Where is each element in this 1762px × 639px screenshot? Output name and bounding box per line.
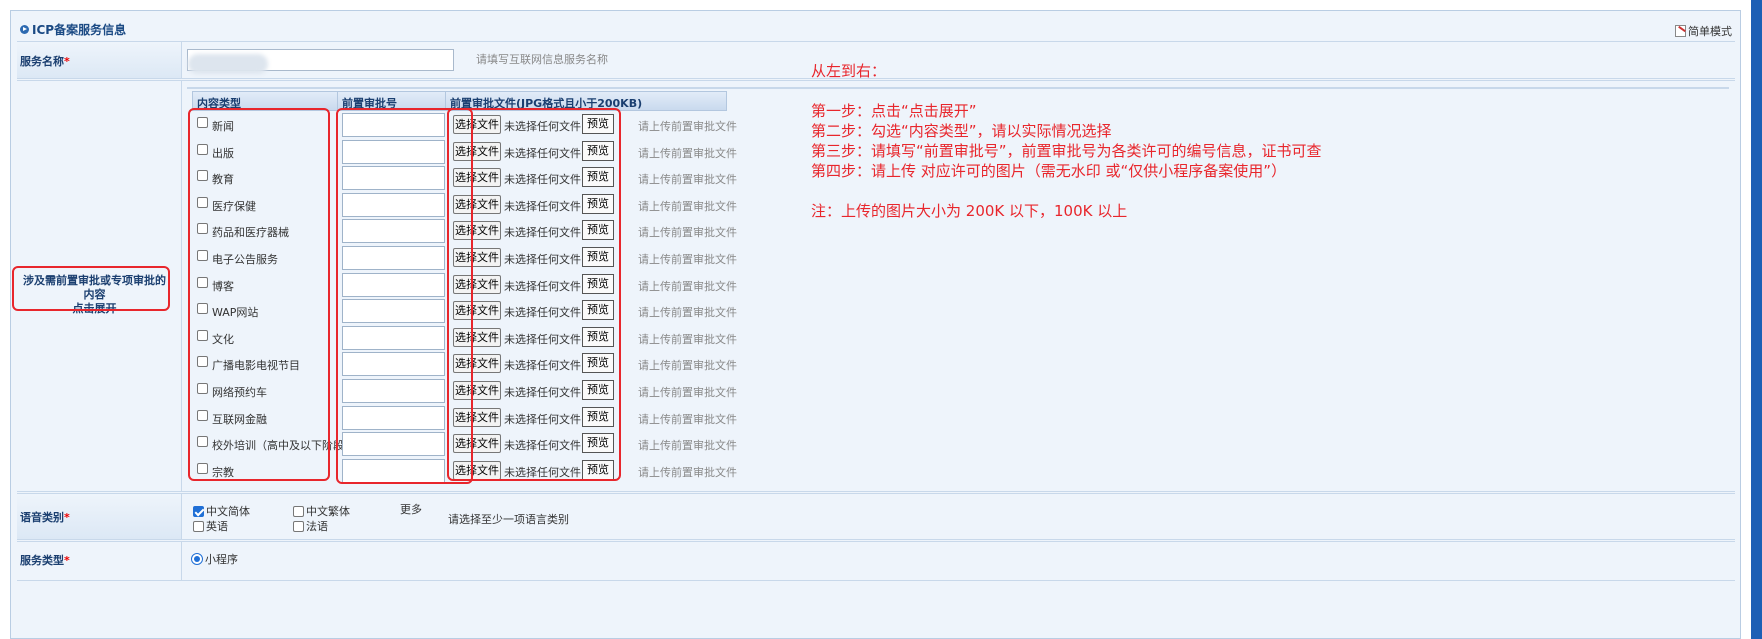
upload-hint: 请上传前置审批文件	[638, 439, 737, 453]
service-type-label-text: 服务类型	[20, 554, 64, 567]
lang-option-label: 法语	[306, 520, 328, 533]
redacted-value	[188, 54, 268, 74]
instruction-notes: 从左到右： 第一步：点击“点击展开” 第二步：勾选“内容类型”，请以实际情况选择…	[811, 62, 1322, 220]
service-name-input[interactable]	[187, 49, 454, 74]
annotation-box-expand	[12, 266, 170, 311]
panel-title: ICP备案服务信息	[20, 21, 126, 38]
language-row: 语音类别* 中文简体 中文繁体 英语 法语 更多 请选择至少一项语言类别	[17, 493, 1735, 540]
upload-hint: 请上传前置审批文件	[638, 146, 737, 160]
language-hint: 请选择至少一项语言类别	[448, 513, 569, 526]
service-type-option-label: 小程序	[205, 553, 238, 566]
upload-hint: 请上传前置审批文件	[638, 465, 737, 479]
upload-hint: 请上传前置审批文件	[638, 412, 737, 426]
lang-option-fr[interactable]: 法语	[293, 518, 328, 534]
lang-option-label: 英语	[206, 520, 228, 533]
service-type-label: 服务类型*	[17, 542, 182, 580]
required-mark: *	[64, 554, 70, 567]
upload-hint: 请上传前置审批文件	[638, 120, 737, 133]
simple-mode-link[interactable]: 简单模式	[1675, 23, 1732, 39]
annotation-box-approval-file	[447, 108, 621, 481]
checkbox[interactable]	[293, 506, 304, 517]
lang-option-zh-tw[interactable]: 中文繁体	[293, 503, 350, 519]
language-label: 语音类别*	[17, 494, 182, 539]
right-gutter	[1744, 0, 1751, 639]
upload-hint: 请上传前置审批文件	[638, 226, 737, 240]
icp-service-panel: ICP备案服务信息 简单模式 服务名称* 请填写互联网信息服务名称 内容类型 前…	[10, 10, 1741, 639]
upload-hint: 请上传前置审批文件	[638, 173, 737, 187]
panel-title-text: ICP备案服务信息	[32, 23, 127, 37]
service-type-row: 服务类型* 小程序	[17, 541, 1735, 581]
lang-option-zh-cn[interactable]: 中文简体	[193, 503, 250, 519]
required-mark: *	[64, 511, 70, 524]
lang-option-label: 中文简体	[206, 505, 250, 518]
upload-hint: 请上传前置审批文件	[638, 332, 737, 346]
service-name-label: 服务名称*	[17, 42, 182, 78]
more-languages-link[interactable]: 更多	[400, 501, 422, 517]
required-mark: *	[64, 55, 70, 68]
upload-hint: 请上传前置审批文件	[638, 253, 737, 266]
upload-hint: 请上传前置审批文件	[638, 359, 737, 373]
upload-hint: 请上传前置审批文件	[638, 306, 737, 320]
lang-option-label: 中文繁体	[306, 505, 350, 518]
right-edge-bar	[1751, 0, 1762, 639]
service-name-hint: 请填写互联网信息服务名称	[476, 53, 608, 66]
service-type-mini-program[interactable]: 小程序	[191, 551, 238, 567]
simple-mode-label: 简单模式	[1688, 25, 1732, 38]
checkbox-checked[interactable]	[193, 506, 204, 517]
service-name-label-text: 服务名称	[20, 55, 64, 68]
document-edit-icon	[1675, 25, 1686, 37]
upload-hint: 请上传前置审批文件	[638, 279, 737, 293]
checkbox[interactable]	[293, 521, 304, 532]
upload-hint: 请上传前置审批文件	[638, 199, 737, 213]
lang-option-en[interactable]: 英语	[193, 518, 228, 534]
annotation-box-content-type	[188, 108, 330, 481]
upload-hint: 请上传前置审批文件	[638, 386, 737, 399]
play-circle-icon	[20, 25, 29, 34]
language-label-text: 语音类别	[20, 511, 64, 524]
checkbox[interactable]	[193, 521, 204, 532]
radio-selected[interactable]	[191, 553, 203, 565]
